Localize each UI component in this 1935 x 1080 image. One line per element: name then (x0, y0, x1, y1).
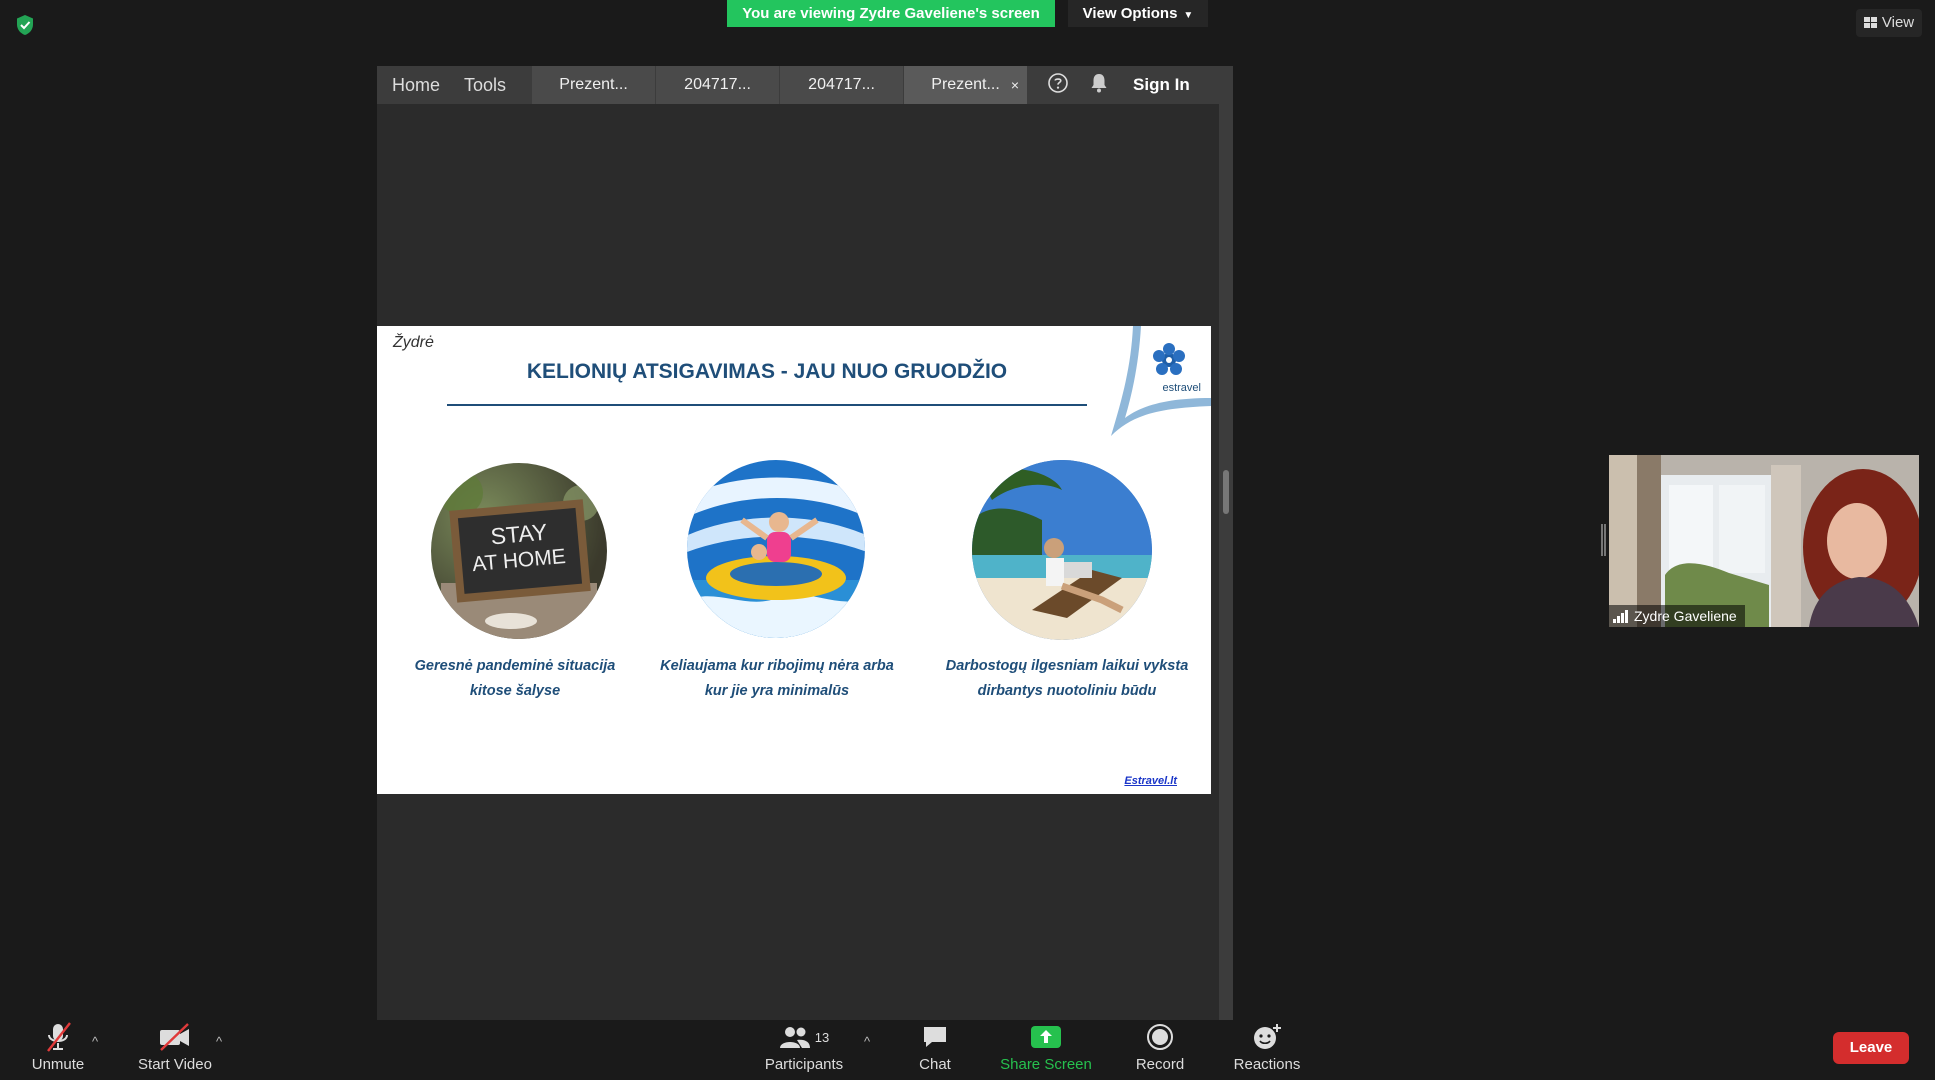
shared-screen-window: Home Tools Prezent... 204717... 204717..… (377, 66, 1233, 1021)
chevron-down-icon: ▼ (1183, 10, 1194, 21)
doc-tab-label: 204717... (808, 76, 875, 93)
participant-name-tag: Zydre Gaveliene (1609, 605, 1745, 627)
caption-1: Geresnė pandeminė situacija kitose šalys… (377, 654, 653, 704)
view-options-button[interactable]: View Options ▼ (1068, 0, 1208, 27)
signal-strength-icon (1613, 607, 1629, 627)
video-camera-off-icon (130, 1020, 220, 1054)
participant-video-tile[interactable]: Zydre Gaveliene (1609, 455, 1919, 627)
smiley-plus-icon (1222, 1020, 1312, 1054)
doc-tab-label: Prezent... (931, 76, 1000, 93)
caption-2-line-1: Keliaujama kur ribojimų nėra arba (660, 658, 894, 674)
menu-home[interactable]: Home (377, 66, 452, 104)
help-circle-icon[interactable] (1047, 72, 1069, 99)
grid-view-icon (1863, 17, 1877, 28)
doc-tab-label: 204717... (684, 76, 751, 93)
start-video-label: Start Video (138, 1056, 212, 1073)
participants-count: 13 (814, 1029, 830, 1045)
caption-2: Keliaujama kur ribojimų nėra arba kur ji… (639, 654, 915, 704)
estravel-link[interactable]: Estravel.lt (1124, 775, 1177, 787)
scrollbar-thumb[interactable] (1223, 470, 1229, 514)
menu-tools[interactable]: Tools (452, 66, 518, 104)
view-button-label: View (1881, 14, 1915, 31)
view-options-label: View Options (1082, 5, 1178, 22)
reactions-button[interactable]: Reactions (1222, 1020, 1312, 1074)
start-video-button[interactable]: Start Video (130, 1020, 220, 1074)
doc-tab-3[interactable]: 204717... (780, 66, 904, 104)
share-screen-label: Share Screen (1000, 1056, 1092, 1073)
beach-laptop-image (972, 460, 1152, 640)
document-scrollbar[interactable] (1219, 104, 1233, 1021)
chat-button[interactable]: Chat (900, 1020, 970, 1074)
water-ride-image (687, 460, 865, 638)
microphone-muted-icon (18, 1020, 98, 1054)
chat-bubble-icon (900, 1020, 970, 1054)
slide-author: Žydrė (393, 334, 434, 351)
caption-3-line-1: Darbostogų ilgesniam laikui vyksta (945, 658, 1189, 674)
caption-2-line-2: kur jie yra minimalūs (704, 683, 850, 699)
record-icon (1122, 1020, 1198, 1054)
caption-1-line-1: Geresnė pandeminė situacija (414, 658, 616, 674)
reactions-label: Reactions (1233, 1056, 1301, 1073)
unmute-label: Unmute (31, 1056, 85, 1073)
unmute-button[interactable]: Unmute (18, 1020, 98, 1074)
viewing-screen-banner: You are viewing Zydre Gaveliene's screen (727, 0, 1055, 27)
share-screen-icon (996, 1020, 1096, 1054)
brand-name: estravel (1162, 382, 1201, 394)
participants-button[interactable]: 13 Participants (758, 1020, 850, 1074)
doc-tab-label: Prezent... (559, 76, 628, 93)
share-screen-button[interactable]: Share Screen (996, 1020, 1096, 1074)
view-layout-button[interactable]: View (1856, 9, 1922, 37)
bell-icon[interactable] (1089, 72, 1109, 99)
participants-label: Participants (764, 1056, 844, 1073)
audio-options-caret[interactable]: ^ (92, 1034, 98, 1049)
record-button[interactable]: Record (1122, 1020, 1198, 1074)
estravel-logo: estravel (1111, 326, 1211, 436)
participants-options-caret[interactable]: ^ (864, 1034, 870, 1049)
caption-3-line-2: dirbantys nuotoliniu būdu (977, 683, 1157, 699)
video-panel-resize-handle[interactable] (1601, 524, 1606, 556)
participants-icon: 13 (758, 1020, 850, 1054)
video-options-caret[interactable]: ^ (216, 1034, 222, 1049)
record-label: Record (1135, 1056, 1185, 1073)
presentation-slide: Žydrė KELIONIŲ ATSIGAVIMAS - JAU NUO GRU… (377, 326, 1211, 794)
app-toolbar: Home Tools Prezent... 204717... 204717..… (377, 66, 1233, 104)
security-shield-icon[interactable] (14, 14, 36, 36)
doc-tab-1[interactable]: Prezent... (532, 66, 656, 104)
close-tab-icon[interactable]: × (1011, 66, 1019, 104)
chat-label: Chat (919, 1056, 951, 1073)
slide-title: KELIONIŲ ATSIGAVIMAS - JAU NUO GRUODŽIO (526, 360, 1008, 383)
doc-tab-2[interactable]: 204717... (656, 66, 780, 104)
doc-tab-4-active[interactable]: Prezent... × (904, 66, 1028, 104)
stay-at-home-image: STAY AT HOME (431, 463, 607, 639)
title-underline (447, 404, 1087, 406)
leave-meeting-button[interactable]: Leave (1833, 1032, 1909, 1064)
participant-name: Zydre Gaveliene (1634, 608, 1737, 624)
sign-in-button[interactable]: Sign In (1133, 66, 1190, 104)
caption-1-line-2: kitose šalyse (469, 683, 561, 699)
caption-3: Darbostogų ilgesniam laikui vyksta dirba… (929, 654, 1205, 704)
meeting-controls-bar: Unmute ^ Start Video ^ 13 Participants ^ (0, 1020, 1935, 1080)
